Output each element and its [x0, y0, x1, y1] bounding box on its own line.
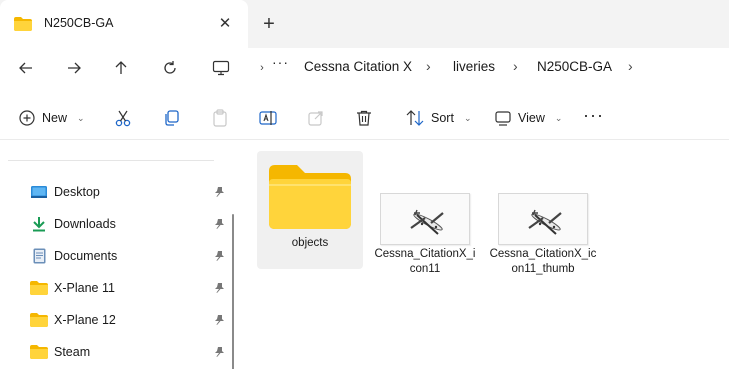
breadcrumb-separator[interactable]: › [628, 58, 633, 74]
breadcrumb-separator[interactable]: › [426, 58, 431, 74]
breadcrumb-separator[interactable]: › [513, 58, 518, 74]
image-thumbnail [380, 193, 470, 245]
file-name: objects [291, 237, 329, 249]
airplane-icon [410, 209, 444, 235]
view-button[interactable]: View ⌄ [494, 104, 562, 132]
scissors-icon [115, 110, 131, 127]
arrow-up-icon [115, 61, 127, 74]
airplane-icon [528, 209, 562, 235]
plus-circle-icon [19, 110, 35, 126]
close-tab-button[interactable]: ✕ [213, 11, 237, 35]
image-thumbnail [498, 193, 588, 245]
sidebar-item-label: X-Plane 12 [54, 313, 116, 327]
arrow-right-icon [68, 62, 81, 74]
navigation-pane: Desktop Downloads Documents X-Plane 11 X… [0, 141, 240, 369]
sidebar-item-label: Documents [54, 249, 118, 263]
refresh-button[interactable] [156, 54, 184, 82]
chevron-down-icon: ⌄ [554, 112, 563, 123]
new-button-label: New [42, 111, 68, 125]
chevron-down-icon: ⌄ [463, 112, 472, 123]
sidebar-item-downloads[interactable]: Downloads [30, 211, 226, 237]
sort-button-label: Sort [431, 111, 454, 125]
sidebar-item-steam[interactable]: Steam [30, 339, 226, 365]
monitor-icon [212, 60, 230, 76]
trash-icon [357, 110, 371, 126]
up-button[interactable] [107, 54, 135, 82]
folder-icon [30, 312, 48, 328]
pin-icon[interactable] [212, 185, 226, 199]
pin-icon[interactable] [212, 313, 226, 327]
pin-icon[interactable] [212, 281, 226, 295]
paste-button[interactable] [211, 104, 229, 132]
file-name: Cessna_CitationX_icon11_thumb [489, 248, 597, 275]
folder-icon [30, 280, 48, 296]
sidebar-item-desktop[interactable]: Desktop [30, 179, 226, 205]
sidebar-item-label: Downloads [54, 217, 116, 231]
folder-icon [257, 163, 363, 234]
file-item-objects[interactable]: objects [257, 151, 363, 269]
forward-button[interactable] [60, 54, 88, 82]
clipboard-icon [213, 109, 227, 127]
chevron-down-icon: ⌄ [77, 112, 85, 123]
copy-icon [165, 110, 179, 126]
desktop-icon [30, 184, 48, 200]
folder-icon [30, 344, 48, 360]
folder-icon [14, 17, 32, 34]
back-button[interactable] [12, 54, 40, 82]
sidebar-item-label: X-Plane 11 [54, 281, 115, 295]
view-button-label: View [518, 111, 545, 125]
file-name: Cessna_CitationX_icon11 [374, 248, 476, 275]
share-button[interactable] [307, 104, 325, 132]
new-button[interactable]: New ⌄ [18, 104, 85, 132]
pin-icon[interactable] [212, 345, 226, 359]
new-tab-button[interactable]: + [256, 11, 282, 37]
pin-icon[interactable] [212, 217, 226, 231]
documents-icon [30, 248, 48, 264]
more-options-button[interactable]: ··· [583, 106, 604, 124]
sidebar-item-documents[interactable]: Documents [30, 243, 226, 269]
cut-button[interactable] [113, 104, 133, 132]
title-bar: N250CB-GA ✕ + [0, 0, 729, 48]
sort-icon [406, 110, 424, 126]
sidebar-scrollbar[interactable] [232, 214, 234, 369]
tab-active[interactable]: N250CB-GA ✕ [0, 0, 248, 48]
pin-icon[interactable] [212, 249, 226, 263]
rename-icon [259, 111, 277, 125]
rename-button[interactable] [258, 104, 278, 132]
sidebar-item-label: Desktop [54, 185, 100, 199]
divider [8, 160, 214, 161]
address-bar-row: › ··· Cessna Citation X › liveries › N25… [0, 48, 729, 88]
breadcrumb-item[interactable]: liveries [453, 59, 495, 74]
breadcrumb-item[interactable]: Cessna Citation X [304, 59, 412, 74]
download-icon [30, 216, 48, 232]
file-item-icon11[interactable]: Cessna_CitationX_icon11 [372, 193, 478, 277]
breadcrumb-item[interactable]: N250CB-GA [537, 59, 612, 74]
file-item-icon11-thumb[interactable]: Cessna_CitationX_icon11_thumb [489, 193, 597, 277]
delete-button[interactable] [355, 104, 373, 132]
sidebar-item-xplane-11[interactable]: X-Plane 11 [30, 275, 226, 301]
command-bar: New ⌄ Sort ⌄ View ⌄ ··· [0, 96, 729, 140]
copy-button[interactable] [162, 104, 182, 132]
hidden-path-button[interactable]: ··· [272, 54, 289, 70]
arrow-left-icon [19, 62, 32, 74]
sidebar-item-xplane-12[interactable]: X-Plane 12 [30, 307, 226, 333]
sort-button[interactable]: Sort ⌄ [405, 104, 471, 132]
tab-title: N250CB-GA [44, 16, 114, 30]
view-icon [495, 111, 511, 126]
refresh-icon [164, 61, 176, 74]
file-list: objects Cessna_CitationX_icon11 Cessna_C… [240, 141, 729, 369]
this-pc-button[interactable] [207, 54, 235, 82]
sidebar-item-label: Steam [54, 345, 91, 359]
share-icon [308, 111, 323, 126]
